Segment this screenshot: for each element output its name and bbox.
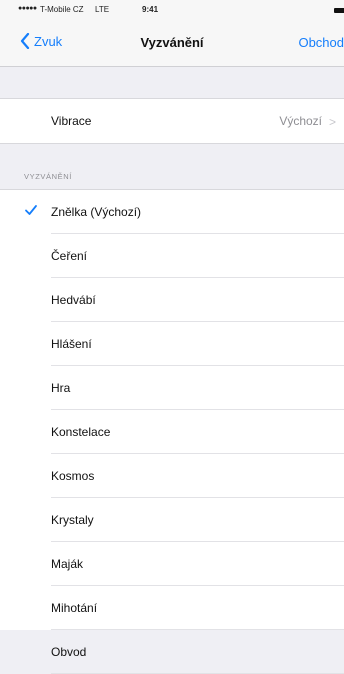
ringtone-label: Kosmos	[51, 469, 95, 483]
status-time: 9:41	[142, 5, 159, 14]
vibration-label: Vibrace	[51, 114, 92, 128]
ringtone-label: Maják	[51, 557, 84, 571]
battery-icon	[334, 8, 344, 13]
ringtone-label: Konstelace	[51, 425, 111, 439]
network-type: LTE	[95, 5, 110, 14]
carrier-name: T-Mobile CZ	[40, 5, 84, 14]
ringtone-item-5[interactable]: Konstelace	[0, 410, 344, 454]
vibration-row[interactable]: Vibrace Výchozí >	[0, 98, 344, 144]
ringtone-item-8[interactable]: Maják	[0, 542, 344, 586]
ringtone-item-6[interactable]: Kosmos	[0, 454, 344, 498]
ringtone-item-10[interactable]: Obvod	[0, 630, 344, 674]
ringtone-label: Krystaly	[51, 513, 94, 527]
ringtone-label: Hra	[51, 381, 71, 395]
ringtone-item-7[interactable]: Krystaly	[0, 498, 344, 542]
signal-strength-icon: ●●●●●	[18, 5, 37, 12]
ringtone-item-1[interactable]: Čeření	[0, 234, 344, 278]
ringtone-item-3[interactable]: Hlášení	[0, 322, 344, 366]
ringtone-label: Hlášení	[51, 337, 92, 351]
store-button[interactable]: Obchod	[298, 35, 344, 50]
chevron-right-icon: >	[328, 115, 336, 129]
ringtone-label: Čeření	[51, 249, 88, 263]
ringtone-item-9[interactable]: Mihotání	[0, 586, 344, 630]
ringtone-label: Obvod	[51, 645, 87, 659]
checkmark-icon	[25, 205, 37, 215]
ringtone-item-0[interactable]: Znělka (Výchozí)	[0, 190, 344, 234]
ringtone-label: Hedvábí	[51, 293, 96, 307]
ringtone-list: Znělka (Výchozí) Čeření Hedvábí Hlášení …	[0, 189, 344, 674]
ringtone-item-4[interactable]: Hra	[0, 366, 344, 410]
ringtone-item-2[interactable]: Hedvábí	[0, 278, 344, 322]
ringtone-label: Znělka (Výchozí)	[51, 205, 142, 219]
page-title: Vyzvánění	[140, 35, 204, 50]
status-bar: ●●●●● T-Mobile CZ LTE 9:41	[0, 0, 344, 20]
navigation-bar: Zvuk Vyzvánění Obchod	[0, 20, 344, 67]
ringtone-label: Mihotání	[51, 601, 98, 615]
vibration-value: Výchozí	[279, 114, 322, 128]
ringtones-section-header: VYZVÁNĚNÍ	[24, 172, 72, 181]
